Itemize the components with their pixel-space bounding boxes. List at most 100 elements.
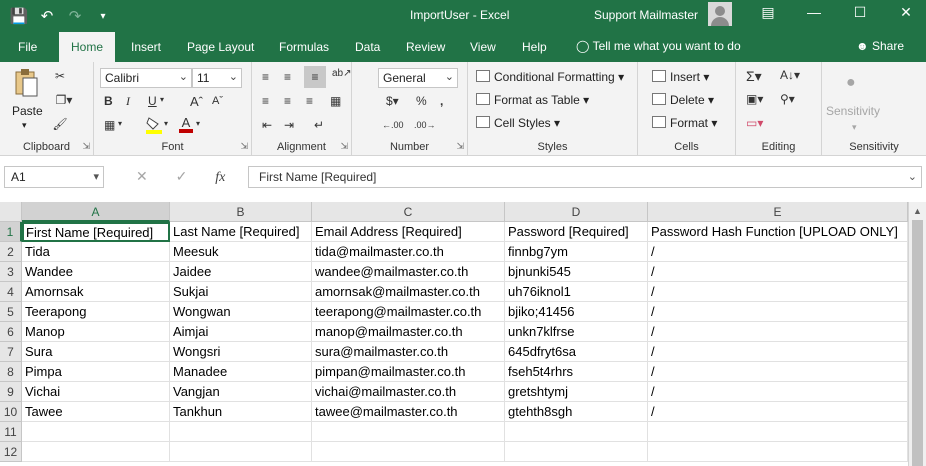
format-cells-button[interactable]: Format ▾ xyxy=(652,116,717,130)
row-header[interactable]: 3 xyxy=(0,262,22,282)
increase-indent-icon[interactable]: ⇥ xyxy=(284,118,294,132)
table-cell[interactable]: manop@mailmaster.co.th xyxy=(312,322,505,342)
column-header-b[interactable]: B xyxy=(170,202,312,222)
tab-data[interactable]: Data xyxy=(355,40,380,54)
tab-view[interactable]: View xyxy=(470,40,496,54)
table-cell[interactable] xyxy=(648,442,908,462)
tab-help[interactable]: Help xyxy=(522,40,547,54)
borders-icon[interactable]: ▦ xyxy=(104,118,115,132)
sort-filter-icon[interactable]: A↓▾ xyxy=(780,68,800,82)
align-right-icon[interactable]: ≡ xyxy=(306,94,313,108)
table-cell[interactable]: sura@mailmaster.co.th xyxy=(312,342,505,362)
table-cell[interactable]: bjnunki545 xyxy=(505,262,648,282)
header-cell[interactable]: First Name [Required] xyxy=(22,222,170,242)
sensitivity-icon[interactable]: ● xyxy=(846,74,856,92)
currency-icon[interactable]: $▾ xyxy=(386,94,399,108)
row-header[interactable]: 2 xyxy=(0,242,22,262)
save-icon[interactable]: 💾 xyxy=(8,5,30,27)
column-header-e[interactable]: E xyxy=(648,202,908,222)
table-cell[interactable]: tida@mailmaster.co.th xyxy=(312,242,505,262)
cancel-icon[interactable]: ✕ xyxy=(136,168,148,184)
sensitivity-dropdown-icon[interactable]: ▾ xyxy=(852,122,857,133)
header-cell[interactable]: Last Name [Required] xyxy=(170,222,312,242)
header-cell[interactable]: Password Hash Function [UPLOAD ONLY] xyxy=(648,222,908,242)
wrap-text-icon[interactable]: ↵ xyxy=(314,118,324,132)
table-cell[interactable] xyxy=(505,422,648,442)
undo-icon[interactable]: ↶ xyxy=(36,5,58,27)
table-cell[interactable]: 645dfryt6sa xyxy=(505,342,648,362)
table-cell[interactable]: gretshtymj xyxy=(505,382,648,402)
align-top-icon[interactable]: ≡ xyxy=(262,70,269,84)
select-all-button[interactable] xyxy=(0,202,22,222)
redo-icon[interactable]: ↷ xyxy=(64,5,86,27)
ribbon-display-icon[interactable]: ▤ xyxy=(756,4,780,26)
table-cell[interactable] xyxy=(312,422,505,442)
table-cell[interactable]: unkn7klfrse xyxy=(505,322,648,342)
table-cell[interactable] xyxy=(505,442,648,462)
table-cell[interactable]: / xyxy=(648,362,908,382)
table-cell[interactable]: wandee@mailmaster.co.th xyxy=(312,262,505,282)
scrollbar-thumb[interactable] xyxy=(912,220,923,466)
decrease-indent-icon[interactable]: ⇤ xyxy=(262,118,272,132)
paste-icon[interactable] xyxy=(12,68,40,98)
row-header[interactable]: 7 xyxy=(0,342,22,362)
row-header[interactable]: 8 xyxy=(0,362,22,382)
table-cell[interactable]: Vichai xyxy=(22,382,170,402)
header-cell[interactable]: Email Address [Required] xyxy=(312,222,505,242)
copy-icon[interactable]: ❐▾ xyxy=(52,92,76,108)
decrease-font-icon[interactable]: Aˇ xyxy=(212,95,223,107)
cut-icon[interactable]: ✂ xyxy=(52,68,68,84)
table-cell[interactable]: Tawee xyxy=(22,402,170,422)
decrease-decimal-icon[interactable]: .00→ xyxy=(414,120,436,130)
avatar[interactable] xyxy=(708,2,732,26)
row-header[interactable]: 1 xyxy=(0,222,22,242)
row-header[interactable]: 9 xyxy=(0,382,22,402)
row-header[interactable]: 10 xyxy=(0,402,22,422)
tab-formulas[interactable]: Formulas xyxy=(279,40,329,54)
fill-color-icon[interactable] xyxy=(146,116,162,134)
increase-font-icon[interactable]: Aˆ xyxy=(190,94,203,109)
table-cell[interactable]: Wongsri xyxy=(170,342,312,362)
formula-input[interactable]: First Name [Required] ⌄ xyxy=(248,166,922,188)
format-painter-icon[interactable]: 🖌 xyxy=(52,116,68,132)
column-header-d[interactable]: D xyxy=(505,202,648,222)
table-cell[interactable]: Vangjan xyxy=(170,382,312,402)
vertical-scrollbar[interactable]: ▲ xyxy=(908,202,926,466)
table-cell[interactable]: Jaidee xyxy=(170,262,312,282)
table-cell[interactable] xyxy=(22,442,170,462)
name-box[interactable]: A1 ▾ xyxy=(4,166,104,188)
font-launcher-icon[interactable]: ⇲ xyxy=(240,141,248,152)
font-color-dropdown-icon[interactable]: ▾ xyxy=(196,119,200,128)
user-name[interactable]: Support Mailmaster xyxy=(594,8,698,22)
table-cell[interactable]: / xyxy=(648,282,908,302)
table-cell[interactable] xyxy=(170,442,312,462)
header-cell[interactable]: Password [Required] xyxy=(505,222,648,242)
clipboard-launcher-icon[interactable]: ⇲ xyxy=(82,141,90,152)
share-button[interactable]: ☻ Share xyxy=(856,39,904,53)
table-cell[interactable]: Manadee xyxy=(170,362,312,382)
merge-center-icon[interactable]: ▦ xyxy=(330,94,341,108)
row-header[interactable]: 12 xyxy=(0,442,22,462)
tab-insert[interactable]: Insert xyxy=(131,40,161,54)
increase-decimal-icon[interactable]: ←.00 xyxy=(382,120,404,130)
align-center-icon[interactable]: ≡ xyxy=(284,94,291,108)
underline-icon[interactable]: U xyxy=(148,94,157,108)
italic-icon[interactable]: I xyxy=(126,94,130,109)
number-format-select[interactable]: General ⌄ xyxy=(378,68,458,88)
table-cell[interactable]: / xyxy=(648,302,908,322)
tab-page-layout[interactable]: Page Layout xyxy=(187,40,254,54)
tab-file[interactable]: File xyxy=(18,40,37,54)
table-cell[interactable]: bjiko;41456 xyxy=(505,302,648,322)
autosum-icon[interactable]: Σ▾ xyxy=(746,68,762,85)
table-cell[interactable]: amornsak@mailmaster.co.th xyxy=(312,282,505,302)
table-cell[interactable]: Wongwan xyxy=(170,302,312,322)
table-cell[interactable] xyxy=(648,422,908,442)
row-header[interactable]: 6 xyxy=(0,322,22,342)
column-header-a[interactable]: A xyxy=(22,202,170,222)
bold-icon[interactable]: B xyxy=(104,94,113,108)
column-header-c[interactable]: C xyxy=(312,202,505,222)
paste-button[interactable]: Paste xyxy=(12,104,43,118)
table-cell[interactable]: pimpan@mailmaster.co.th xyxy=(312,362,505,382)
paste-dropdown-icon[interactable]: ▾ xyxy=(22,120,27,131)
scroll-up-icon[interactable]: ▲ xyxy=(913,206,922,216)
